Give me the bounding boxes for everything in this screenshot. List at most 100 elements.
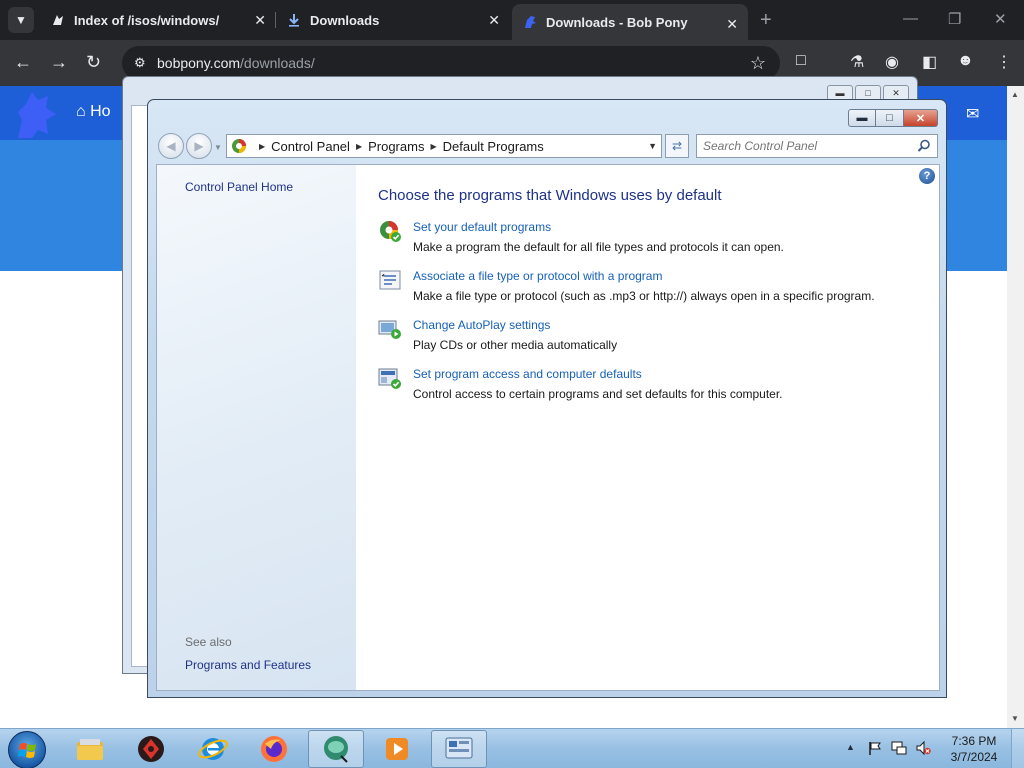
control-panel-window: ▬ □ ✕ ◀ ▶ ▼ ▶ Control Panel ▶ Programs ▶…	[147, 99, 947, 698]
extensions-icon[interactable]: □	[796, 52, 806, 70]
task-associate-file-type: Associate a file type or protocol with a…	[378, 268, 938, 308]
close-icon[interactable]: ✕	[488, 12, 500, 29]
close-icon[interactable]: ✕	[254, 12, 266, 29]
help-icon[interactable]: ?	[919, 168, 935, 184]
firefox-icon	[261, 736, 287, 762]
associate-file-type-link[interactable]: Associate a file type or protocol with a…	[413, 269, 662, 283]
tab-search-button[interactable]: ▼	[8, 7, 34, 33]
tab-title: Downloads - Bob Pony	[546, 14, 688, 30]
mail-icon[interactable]: ✉	[966, 104, 979, 124]
page-scrollbar[interactable]: ▲ ▼	[1007, 86, 1024, 728]
volume-muted-icon[interactable]	[915, 740, 931, 756]
site-info-icon[interactable]: ⚙	[134, 55, 150, 71]
taskbar-explorer[interactable]	[62, 730, 118, 768]
bookmark-star-icon[interactable]: ☆	[750, 53, 766, 74]
reload-icon[interactable]: ↻	[86, 52, 101, 72]
breadcrumb-arrow-icon[interactable]: ▶	[356, 142, 362, 151]
media-player-icon	[386, 738, 408, 760]
breadcrumb-programs[interactable]: Programs	[368, 139, 424, 154]
taskbar-control-panel[interactable]	[431, 730, 487, 768]
url-text[interactable]: bobpony.com/downloads/	[157, 55, 315, 71]
control-panel-address-bar[interactable]: ▶ Control Panel ▶ Programs ▶ Default Pro…	[226, 134, 662, 158]
network-icon[interactable]	[891, 740, 907, 756]
sidebar: Control Panel Home See also Programs and…	[157, 165, 356, 690]
address-dropdown-icon[interactable]: ▼	[648, 141, 657, 151]
browser-tabstrip: ▼ Index of /isos/windows/ ✕ Downloads ✕ …	[0, 0, 1024, 40]
main-panel: ? Choose the programs that Windows uses …	[356, 165, 939, 690]
maximize-icon[interactable]: □	[876, 109, 904, 127]
back-arrow-icon[interactable]: ←	[14, 52, 32, 72]
set-default-programs-link[interactable]: Set your default programs	[413, 220, 551, 234]
forward-arrow-icon[interactable]: →	[50, 52, 68, 72]
profile-extension-icon[interactable]: ◉	[885, 52, 899, 72]
taskbar-generic-app[interactable]	[308, 730, 364, 768]
bobpony-logo-icon[interactable]	[12, 90, 60, 140]
address-bar[interactable]: ⚙ bobpony.com/downloads/ ☆	[122, 46, 780, 80]
program-access-icon	[378, 368, 401, 389]
action-center-flag-icon[interactable]	[867, 740, 883, 756]
more-menu-icon[interactable]: ⋮	[996, 52, 1012, 72]
scroll-down-icon[interactable]: ▼	[1011, 714, 1019, 723]
back-orb-icon[interactable]: ◀	[158, 133, 184, 159]
task-set-default-programs: Set your default programs Make a program…	[378, 219, 938, 259]
github-style-icon	[50, 12, 66, 28]
site-home-link[interactable]: ⌂ Ho	[76, 103, 111, 121]
breadcrumb-arrow-icon[interactable]: ▶	[259, 142, 265, 151]
labs-flask-icon[interactable]: ⚗	[850, 52, 864, 72]
close-icon[interactable]: ✕	[726, 16, 738, 33]
breadcrumb-arrow-icon[interactable]: ▶	[430, 142, 436, 151]
control-panel-icon	[232, 139, 246, 153]
sidebar-control-panel-home[interactable]: Control Panel Home	[185, 180, 293, 194]
side-panel-icon[interactable]: ◧	[922, 52, 937, 72]
show-hidden-icons-icon[interactable]: ▲	[846, 742, 855, 752]
minimize-icon[interactable]: —	[903, 10, 918, 27]
autoplay-icon	[378, 320, 401, 339]
tab-title: Index of /isos/windows/	[74, 12, 220, 28]
sidebar-programs-and-features[interactable]: Programs and Features	[185, 658, 311, 672]
tab-index-isos[interactable]: Index of /isos/windows/ ✕	[44, 0, 276, 40]
refresh-icon[interactable]: ⇄	[665, 134, 689, 158]
forward-orb-icon[interactable]: ▶	[186, 133, 212, 159]
taskbar-internet-explorer[interactable]	[185, 730, 241, 768]
bobpony-logo-icon	[522, 14, 538, 30]
program-access-defaults-link[interactable]: Set program access and computer defaults	[413, 367, 642, 381]
recent-pages-dropdown-icon[interactable]: ▼	[214, 143, 222, 159]
search-control-panel[interactable]	[696, 134, 938, 158]
taskbar: ▲ 7:36 PM 3/7/2024	[0, 728, 1024, 768]
clock-time: 7:36 PM	[951, 734, 997, 748]
minimize-icon[interactable]: ▬	[848, 109, 876, 127]
restore-icon[interactable]: ❐	[948, 10, 961, 28]
task-description: Control access to certain programs and s…	[413, 387, 783, 401]
navigation-buttons: ◀ ▶ ▼	[158, 133, 222, 159]
breadcrumb-control-panel[interactable]: Control Panel	[271, 139, 350, 154]
system-clock[interactable]: 7:36 PM 3/7/2024	[944, 733, 1004, 765]
task-description: Make a program the default for all file …	[413, 240, 784, 254]
taskbar-firefox[interactable]	[246, 730, 302, 768]
scroll-up-icon[interactable]: ▲	[1011, 90, 1019, 99]
change-autoplay-link[interactable]: Change AutoPlay settings	[413, 318, 550, 332]
tab-downloads[interactable]: Downloads ✕	[278, 0, 510, 40]
task-program-access: Set program access and computer defaults…	[378, 366, 938, 406]
taskbar-media-player[interactable]	[369, 730, 425, 768]
close-icon[interactable]: ✕	[904, 109, 938, 127]
breadcrumb-default-programs[interactable]: Default Programs	[443, 139, 544, 154]
task-autoplay: Change AutoPlay settings Play CDs or oth…	[378, 317, 938, 357]
start-button[interactable]	[8, 731, 46, 768]
task-description: Make a file type or protocol (such as .m…	[413, 289, 875, 303]
generic-app-icon	[324, 736, 348, 763]
search-input[interactable]	[703, 138, 903, 154]
tab-separator	[275, 12, 276, 28]
new-tab-icon[interactable]: +	[760, 9, 772, 32]
show-desktop-button[interactable]	[1011, 729, 1024, 768]
default-programs-icon	[380, 221, 401, 242]
control-panel-content: Control Panel Home See also Programs and…	[156, 164, 940, 691]
internet-explorer-icon	[198, 738, 228, 760]
tab-title: Downloads	[310, 12, 380, 28]
search-icon[interactable]	[917, 139, 931, 153]
see-also-heading: See also	[185, 635, 232, 649]
close-window-icon[interactable]: ✕	[994, 10, 1007, 28]
account-avatar-icon[interactable]: ☻	[957, 52, 974, 70]
tab-downloads-bob-pony[interactable]: Downloads - Bob Pony ✕	[512, 4, 748, 40]
chevron-down-icon: ▼	[15, 13, 27, 27]
taskbar-app-red[interactable]	[123, 730, 179, 768]
